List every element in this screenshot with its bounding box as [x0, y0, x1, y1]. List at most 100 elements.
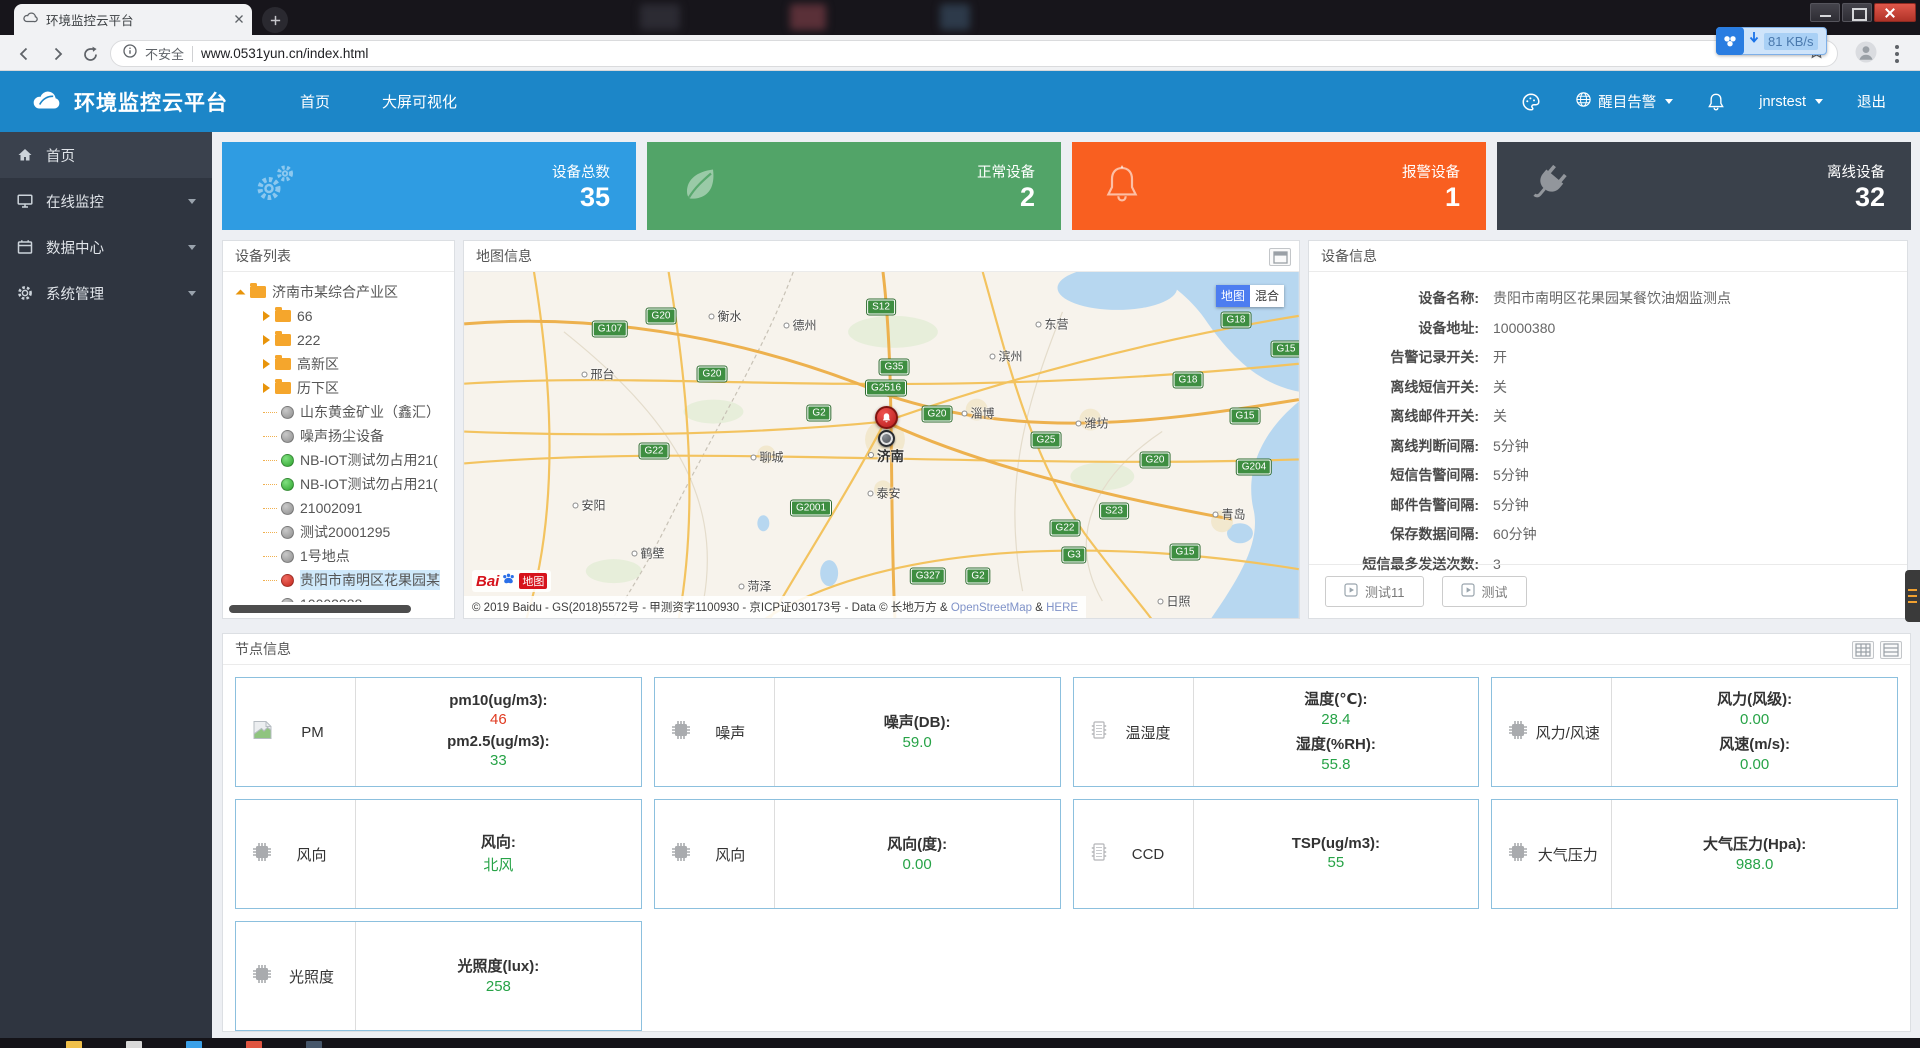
sensor-card-7[interactable]: 大气压力 大气压力(Hpa): 988.0 [1491, 799, 1898, 909]
folder-icon [250, 286, 266, 298]
tree-item[interactable]: 1号地点 [233, 544, 454, 568]
tree-item-label[interactable]: 噪声扬尘设备 [300, 426, 384, 446]
tree-item[interactable]: NB-IOT测试勿占用21( [233, 472, 454, 496]
sensor-card-5[interactable]: 风向 风向(度): 0.00 [654, 799, 1061, 909]
tree-item[interactable]: 222 [233, 328, 454, 352]
logout-button[interactable]: 退出 [1857, 91, 1886, 112]
attribution-here[interactable]: HERE [1046, 602, 1078, 614]
taskbar-icon[interactable] [126, 1041, 142, 1048]
window-minimize-button[interactable] [1810, 3, 1840, 22]
tree-expand-icon[interactable] [263, 383, 270, 393]
info-icon[interactable] [123, 44, 137, 63]
sensor-card-0[interactable]: PM pm10(ug/m3): 46pm2.5(ug/m3): 33 [235, 677, 642, 787]
tree-item[interactable]: 贵阳市南明区花果园某 [233, 568, 454, 592]
tree-expand-icon[interactable] [263, 335, 270, 345]
map-city-label: 东营 [1035, 316, 1068, 333]
metric-value: 0.00 [1740, 756, 1769, 773]
tree-collapse-icon[interactable] [236, 289, 246, 299]
stat-card-label: 报警设备 [1402, 161, 1460, 182]
map-type-hybrid-button[interactable]: 混合 [1250, 285, 1284, 307]
horizontal-scrollbar[interactable] [229, 605, 411, 613]
tree-item[interactable]: NB-IOT测试勿占用21( [233, 448, 454, 472]
user-dropdown[interactable]: jnrstest [1759, 94, 1823, 110]
tree-item-label[interactable]: NB-IOT测试勿占用21( [300, 450, 438, 470]
tree-item-label[interactable]: 1号地点 [300, 546, 350, 566]
map-type-map-button[interactable]: 地图 [1216, 285, 1250, 307]
paw-icon [501, 571, 516, 591]
download-speed-badge[interactable]: 81 KB/s [1716, 27, 1827, 55]
tree-expand-icon[interactable] [263, 359, 270, 369]
tree-item-label[interactable]: 测试20001295 [300, 522, 390, 542]
tree-item-label[interactable]: 66 [297, 308, 313, 324]
browser-menu-icon[interactable] [1895, 45, 1899, 63]
window-close-button[interactable] [1874, 3, 1916, 22]
nav-item-1[interactable]: 大屏可视化 [382, 91, 457, 112]
sensor-card-3[interactable]: 风力/风速 风力(风级): 0.00风速(m/s): 0.00 [1491, 677, 1898, 787]
sidebar-item-2[interactable]: 数据中心 [0, 224, 212, 270]
tree-item-label[interactable]: 21002091 [300, 500, 362, 516]
avatar[interactable] [1855, 41, 1877, 68]
sensor-card-2[interactable]: 温湿度 温度(℃): 28.4湿度(%RH): 55.8 [1073, 677, 1480, 787]
baidu-logo: Bai 地图 [472, 570, 551, 592]
tree-item[interactable]: 历下区 [233, 376, 454, 400]
tree-expand-icon[interactable] [263, 311, 270, 321]
tree-item[interactable]: 山东黄金矿业（鑫汇） [233, 400, 454, 424]
tree-item[interactable]: 66 [233, 304, 454, 328]
folder-icon [275, 310, 291, 322]
taskbar-icon[interactable] [186, 1041, 202, 1048]
palette-icon[interactable] [1521, 92, 1541, 112]
back-icon[interactable] [14, 44, 34, 64]
test-button-0[interactable]: 测试11 [1325, 576, 1424, 607]
new-tab-button[interactable] [262, 7, 288, 33]
sidebar-item-3[interactable]: 系统管理 [0, 270, 212, 316]
tree-item-label[interactable]: 222 [297, 332, 320, 348]
tree-item[interactable]: 高新区 [233, 352, 454, 376]
alert-dropdown[interactable]: 醒目告警 [1575, 91, 1673, 112]
play-box-icon [1461, 583, 1475, 600]
map-marker-offline[interactable] [878, 430, 895, 447]
card-view-icon[interactable] [1880, 641, 1902, 659]
metric-label: 风速(m/s): [1719, 733, 1790, 754]
side-float-widget[interactable] [1905, 570, 1920, 622]
address-bar[interactable]: 不安全 www.0531yun.cn/index.html [110, 40, 1838, 67]
tree-item[interactable]: 10002388 [233, 592, 454, 602]
tree-item[interactable]: 噪声扬尘设备 [233, 424, 454, 448]
home-icon [16, 147, 34, 163]
metric-value: 28.4 [1321, 711, 1350, 728]
sensor-card-4[interactable]: 风向 风向: 北风 [235, 799, 642, 909]
tree-item-label[interactable]: NB-IOT测试勿占用21( [300, 474, 438, 494]
browser-tab[interactable]: 环境监控云平台 [14, 4, 252, 35]
tree-item[interactable]: 测试20001295 [233, 520, 454, 544]
sensor-card-6[interactable]: CCD TSP(ug/m3): 55 [1073, 799, 1480, 909]
tree-item-label[interactable]: 山东黄金矿业（鑫汇） [300, 402, 440, 422]
tree-item-label[interactable]: 贵阳市南明区花果园某 [300, 570, 440, 590]
sidebar-item-1[interactable]: 在线监控 [0, 178, 212, 224]
taskbar-icon[interactable] [66, 1041, 82, 1048]
status-dot-offline [281, 430, 294, 443]
forward-icon[interactable] [48, 44, 68, 64]
url-text[interactable]: www.0531yun.cn/index.html [201, 46, 368, 61]
tree-item-label[interactable]: 高新区 [297, 354, 339, 374]
nav-item-0[interactable]: 首页 [300, 91, 330, 112]
tree-item-label[interactable]: 济南市某综合产业区 [272, 282, 398, 302]
window-restore-button[interactable] [1842, 3, 1872, 22]
grid-view-icon[interactable] [1852, 641, 1874, 659]
sensor-card-8[interactable]: 光照度 光照度(lux): 258 [235, 921, 642, 1031]
tree-item[interactable]: 21002091 [233, 496, 454, 520]
tree-item-label[interactable]: 历下区 [297, 378, 339, 398]
reload-icon[interactable] [80, 44, 100, 64]
map-canvas[interactable]: 地图 混合 Bai 地图 © 2019 Baidu - GS(2018)5572… [464, 272, 1299, 618]
bell-icon[interactable] [1707, 92, 1725, 111]
taskbar-icon[interactable] [306, 1041, 322, 1048]
tree-item-label[interactable]: 10002388 [300, 596, 362, 602]
test-button-1[interactable]: 测试 [1442, 576, 1527, 607]
tab-close-icon[interactable] [234, 11, 244, 29]
map-marker-alarm[interactable] [875, 406, 898, 429]
tree-item[interactable]: 济南市某综合产业区 [233, 280, 454, 304]
attribution-osm[interactable]: OpenStreetMap [951, 602, 1032, 614]
security-label[interactable]: 不安全 [145, 44, 184, 63]
expand-icon[interactable] [1269, 248, 1291, 266]
sensor-card-1[interactable]: 噪声 噪声(DB): 59.0 [654, 677, 1061, 787]
sidebar-item-0[interactable]: 首页 [0, 132, 212, 178]
taskbar-icon[interactable] [246, 1041, 262, 1048]
